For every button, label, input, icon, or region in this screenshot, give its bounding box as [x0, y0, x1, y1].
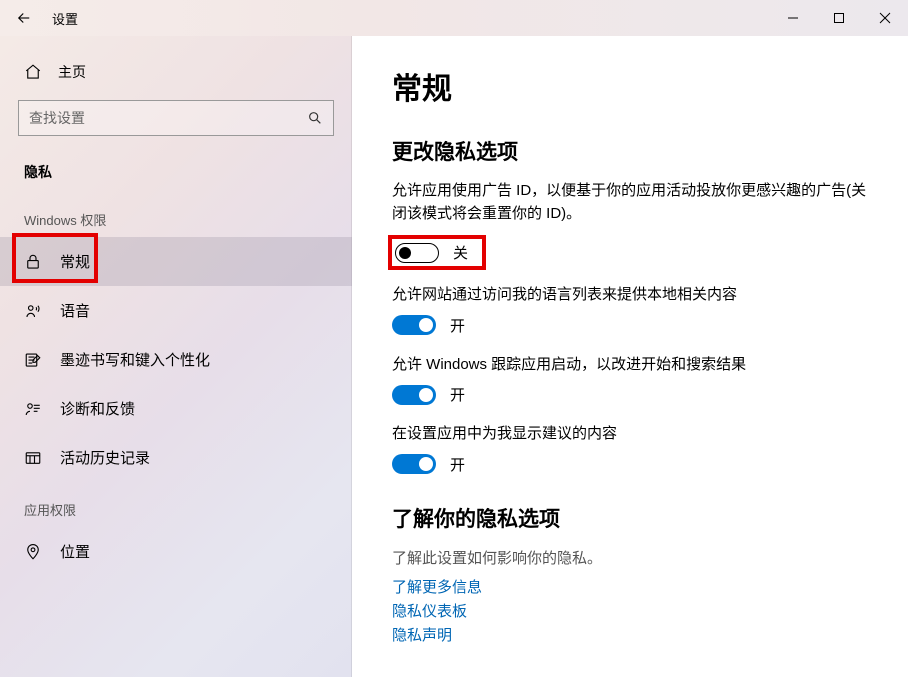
page-title: 常规	[392, 64, 868, 108]
section-header-learn-privacy: 了解你的隐私选项	[392, 503, 868, 533]
search-icon	[307, 110, 323, 126]
search-input[interactable]: 查找设置	[18, 100, 334, 136]
sidebar-item-label: 语音	[60, 300, 90, 321]
inking-icon	[24, 351, 42, 369]
sidebar-item-diagnostics[interactable]: 诊断和反馈	[0, 384, 352, 433]
link-privacy-dashboard[interactable]: 隐私仪表板	[392, 600, 868, 624]
maximize-button[interactable]	[816, 0, 862, 36]
close-button[interactable]	[862, 0, 908, 36]
toggle-app-launch[interactable]	[392, 385, 436, 405]
history-icon	[24, 449, 42, 467]
group-windows-permissions: Windows 权限	[0, 192, 352, 237]
learn-privacy-hint: 了解此设置如何影响你的隐私。	[392, 547, 868, 568]
toggle-app-launch-state: 开	[450, 384, 465, 405]
group-app-permissions: 应用权限	[0, 482, 352, 527]
link-learn-more[interactable]: 了解更多信息	[392, 576, 868, 600]
sidebar-item-inking[interactable]: 墨迹书写和键入个性化	[0, 335, 352, 384]
section-header-privacy-options: 更改隐私选项	[392, 136, 868, 166]
feedback-icon	[24, 400, 42, 418]
content-pane: 常规 更改隐私选项 允许应用使用广告 ID，以便基于你的应用活动投放你更感兴趣的…	[352, 36, 908, 677]
toggle-suggested-content[interactable]	[392, 454, 436, 474]
speech-icon	[24, 302, 42, 320]
toggle-language-list[interactable]	[392, 315, 436, 335]
option-language-list-desc: 允许网站通过访问我的语言列表来提供本地相关内容	[392, 284, 868, 307]
search-placeholder: 查找设置	[29, 108, 307, 128]
toggle-ad-id-state: 关	[453, 242, 468, 263]
titlebar: 设置	[0, 0, 908, 36]
home-icon	[24, 63, 42, 81]
location-icon	[24, 543, 42, 561]
option-app-launch-desc: 允许 Windows 跟踪应用启动，以改进开始和搜索结果	[392, 354, 868, 377]
sidebar-item-activity-history[interactable]: 活动历史记录	[0, 433, 352, 482]
toggle-ad-id[interactable]	[395, 243, 439, 263]
sidebar-item-general[interactable]: 常规	[0, 237, 352, 286]
option-ad-id-desc: 允许应用使用广告 ID，以便基于你的应用活动投放你更感兴趣的广告(关闭该模式将会…	[392, 180, 868, 225]
option-suggested-content-desc: 在设置应用中为我显示建议的内容	[392, 423, 868, 446]
sidebar-item-location[interactable]: 位置	[0, 527, 352, 576]
sidebar-item-label: 墨迹书写和键入个性化	[60, 349, 210, 370]
sidebar: 主页 查找设置 隐私 Windows 权限 常规 语音	[0, 36, 352, 677]
toggle-suggested-content-state: 开	[450, 454, 465, 475]
home-nav[interactable]: 主页	[0, 52, 352, 92]
window-title: 设置	[48, 9, 78, 28]
sidebar-item-label: 诊断和反馈	[60, 398, 135, 419]
section-title-privacy: 隐私	[0, 152, 352, 192]
lock-icon	[24, 253, 42, 271]
sidebar-item-speech[interactable]: 语音	[0, 286, 352, 335]
minimize-button[interactable]	[770, 0, 816, 36]
back-button[interactable]	[0, 9, 48, 27]
toggle-language-list-state: 开	[450, 315, 465, 336]
sidebar-item-label: 常规	[60, 251, 90, 272]
highlight-annotation-toggle: 关	[388, 235, 486, 270]
link-privacy-statement[interactable]: 隐私声明	[392, 624, 868, 648]
sidebar-item-label: 位置	[60, 541, 90, 562]
sidebar-item-label: 活动历史记录	[60, 447, 150, 468]
home-label: 主页	[58, 62, 86, 82]
